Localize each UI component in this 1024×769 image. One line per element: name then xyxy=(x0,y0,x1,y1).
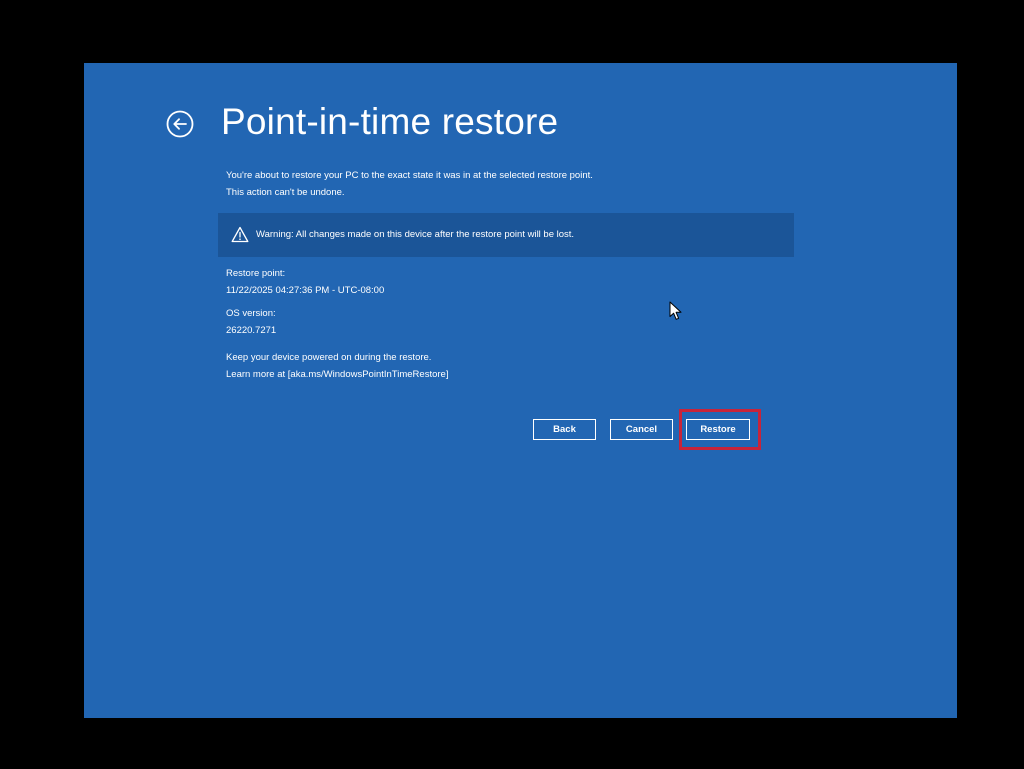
back-arrow-icon[interactable] xyxy=(166,110,194,138)
learn-more-link[interactable]: Learn more at [aka.ms/WindowsPointInTime… xyxy=(226,369,448,381)
restore-point-label: Restore point: xyxy=(226,268,286,279)
os-version-label: OS version: xyxy=(226,308,276,319)
cancel-button[interactable]: Cancel xyxy=(610,419,673,440)
restore-highlight-box xyxy=(679,409,761,450)
mouse-cursor-icon xyxy=(669,301,682,320)
warning-banner: Warning: All changes made on this device… xyxy=(218,213,794,257)
back-button[interactable]: Back xyxy=(533,419,596,440)
recovery-screen: Point-in-time restore You're about to re… xyxy=(84,63,957,718)
description-line-2: This action can't be undone. xyxy=(226,187,345,198)
warning-text: Warning: All changes made on this device… xyxy=(256,229,575,240)
description-line-1: You're about to restore your PC to the e… xyxy=(226,170,593,181)
os-version-value: 26220.7271 xyxy=(226,325,277,336)
page-title: Point-in-time restore xyxy=(221,101,559,142)
restore-point-value: 11/22/2025 04:27:36 PM - UTC-08:00 xyxy=(226,285,385,296)
power-note: Keep your device powered on during the r… xyxy=(226,352,432,363)
warning-triangle-icon xyxy=(231,226,249,243)
